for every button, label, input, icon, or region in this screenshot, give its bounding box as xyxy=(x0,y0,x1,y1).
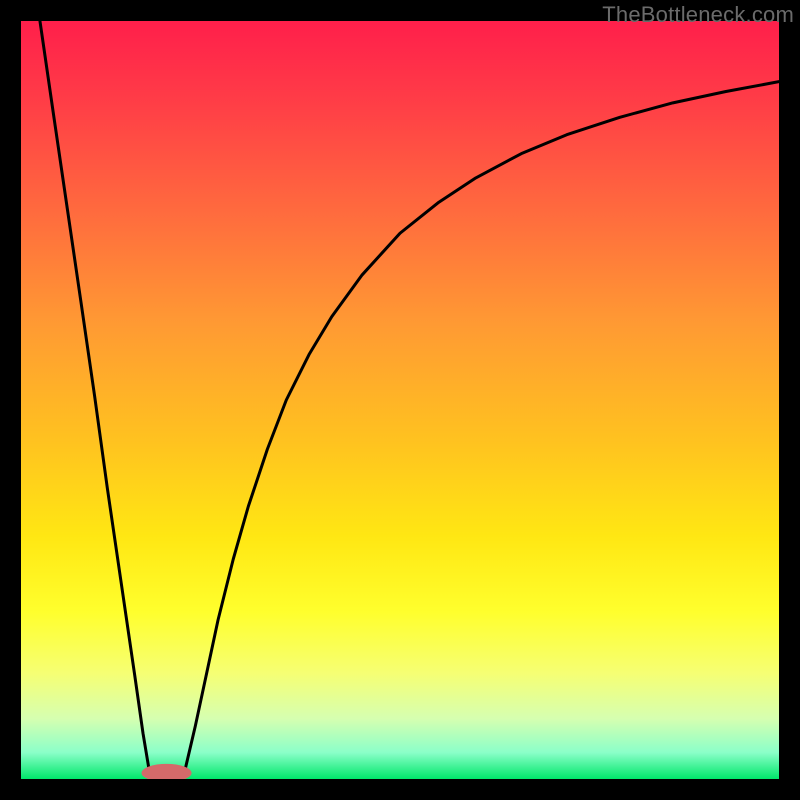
chart-frame xyxy=(21,21,779,779)
chart-svg xyxy=(21,21,779,779)
watermark-text: TheBottleneck.com xyxy=(602,2,794,28)
